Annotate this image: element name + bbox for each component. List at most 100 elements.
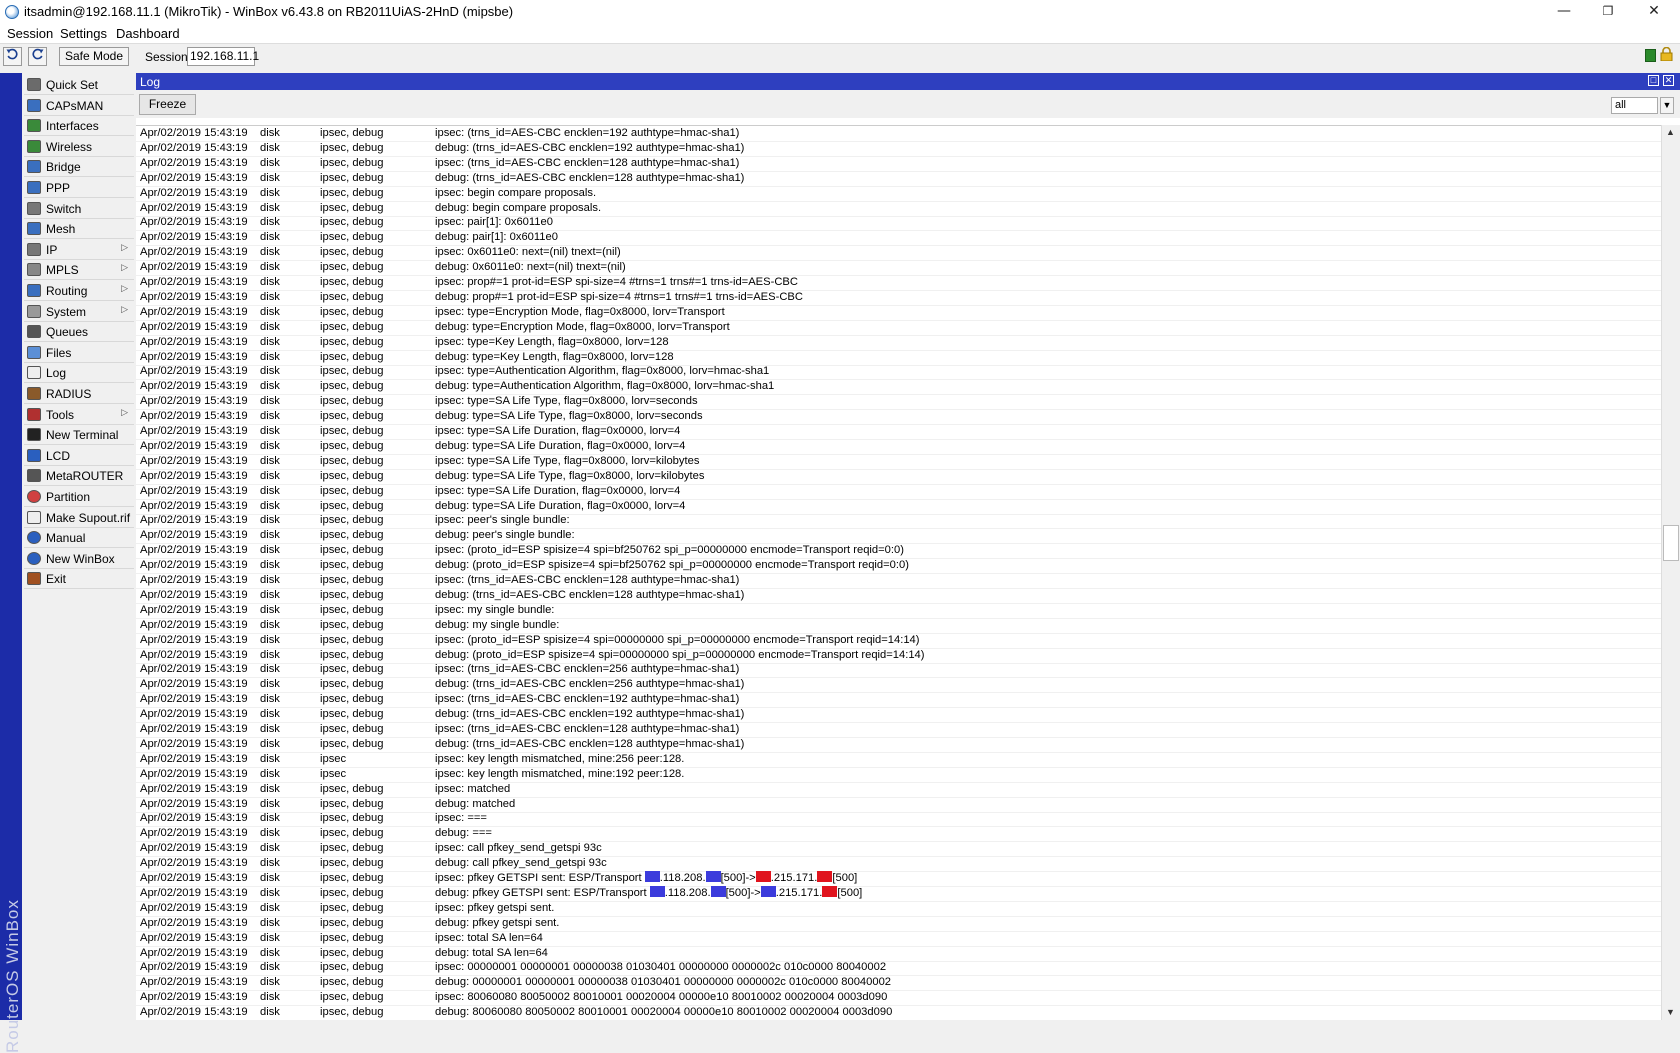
- sidebar-item-switch[interactable]: Switch: [24, 198, 134, 219]
- log-row[interactable]: Apr/02/2019 15:43:19 disk ipsec, debug ipse…: [136, 901, 1661, 917]
- log-table[interactable]: Apr/02/2019 15:43:19 disk ipsec, debug ipse…: [136, 125, 1661, 1021]
- log-row[interactable]: Apr/02/2019 15:43:19 disk ipsec, debug debu…: [136, 350, 1661, 366]
- log-row[interactable]: Apr/02/2019 15:43:19 disk ipsec, debug debu…: [136, 916, 1661, 932]
- sidebar-item-lcd[interactable]: LCD: [24, 445, 134, 466]
- log-row[interactable]: Apr/02/2019 15:43:19 disk ipsec, debug debu…: [136, 528, 1661, 545]
- log-row[interactable]: Apr/02/2019 15:43:19 disk ipsec, debug ipse…: [136, 186, 1661, 202]
- log-row[interactable]: Apr/02/2019 15:43:19 disk ipsec, debug ipse…: [136, 335, 1661, 351]
- log-row[interactable]: Apr/02/2019 15:43:19 disk ipsec, debug ipse…: [136, 603, 1661, 619]
- freeze-button[interactable]: Freeze: [139, 94, 196, 115]
- sidebar-item-interfaces[interactable]: Interfaces: [24, 115, 134, 137]
- log-row[interactable]: Apr/02/2019 15:43:19 disk ipsec, debug debu…: [136, 826, 1661, 843]
- dropdown-arrow-icon[interactable]: ▼: [1660, 97, 1674, 114]
- lock-icon[interactable]: [1660, 47, 1673, 61]
- sidebar-item-mesh[interactable]: Mesh: [24, 218, 134, 240]
- log-row[interactable]: Apr/02/2019 15:43:19 disk ipsec, debug debu…: [136, 648, 1661, 664]
- log-row[interactable]: Apr/02/2019 15:43:19 disk ipsec, debug debu…: [136, 379, 1661, 396]
- log-row[interactable]: Apr/02/2019 15:43:19 disk ipsec, debug ipse…: [136, 245, 1661, 262]
- sidebar-item-make-supout-rif[interactable]: Make Supout.rif: [24, 507, 134, 528]
- menu-settings[interactable]: Settings: [60, 26, 107, 41]
- menu-dashboard[interactable]: Dashboard: [116, 26, 180, 41]
- log-row[interactable]: Apr/02/2019 15:43:19 disk ipsec, debug ipse…: [136, 633, 1661, 649]
- log-row[interactable]: Apr/02/2019 15:43:19 disk ipsec, debug debu…: [136, 260, 1661, 277]
- log-row[interactable]: Apr/02/2019 15:43:19 disk ipsec, debug ipse…: [136, 394, 1661, 411]
- sidebar-item-new-terminal[interactable]: New Terminal: [24, 424, 134, 446]
- log-row[interactable]: Apr/02/2019 15:43:19 disk ipsec, debug debu…: [136, 558, 1661, 575]
- sidebar-item-log[interactable]: Log: [24, 362, 134, 384]
- log-row[interactable]: Apr/02/2019 15:43:19 disk ipsec, debug ipse…: [136, 126, 1661, 142]
- log-row[interactable]: Apr/02/2019 15:43:19 disk ipsec, debug ipse…: [136, 364, 1661, 381]
- sidebar-item-mpls[interactable]: MPLS ▷: [24, 259, 134, 281]
- log-row[interactable]: Apr/02/2019 15:43:19 disk ipsec, debug debu…: [136, 141, 1661, 157]
- log-row[interactable]: Apr/02/2019 15:43:19 disk ipsec, debug debu…: [136, 975, 1661, 992]
- log-row[interactable]: Apr/02/2019 15:43:19 disk ipsec, debug debu…: [136, 856, 1661, 873]
- scroll-up-icon[interactable]: ▲: [1666, 127, 1675, 137]
- log-row[interactable]: Apr/02/2019 15:43:19 disk ipsec, debug debu…: [136, 469, 1661, 485]
- sidebar-item-routing[interactable]: Routing ▷: [24, 280, 134, 301]
- log-row[interactable]: Apr/02/2019 15:43:19 disk ipsec, debug debu…: [136, 230, 1661, 247]
- log-row[interactable]: Apr/02/2019 15:43:19 disk ipsec, debug debu…: [136, 885, 1661, 902]
- close-icon[interactable]: ✕: [1632, 0, 1676, 24]
- sidebar-item-ppp[interactable]: PPP: [24, 177, 134, 198]
- log-row[interactable]: Apr/02/2019 15:43:19 disk ipsec, debug ipse…: [136, 454, 1661, 470]
- log-row[interactable]: Apr/02/2019 15:43:19 disk ipsec, debug ipse…: [136, 931, 1661, 947]
- sidebar-item-ip[interactable]: IP ▷: [24, 239, 134, 260]
- close-window-icon[interactable]: ✕: [1663, 75, 1674, 86]
- log-row[interactable]: Apr/02/2019 15:43:19 disk ipsec, debug debu…: [136, 201, 1661, 217]
- sidebar-item-exit[interactable]: Exit: [24, 568, 134, 590]
- log-row[interactable]: Apr/02/2019 15:43:19 disk ipsec, debug debu…: [136, 737, 1661, 753]
- log-row[interactable]: Apr/02/2019 15:43:19 disk ipsec, debug debu…: [136, 320, 1661, 336]
- sidebar-item-wireless[interactable]: Wireless: [24, 136, 134, 157]
- log-row[interactable]: Apr/02/2019 15:43:19 disk ipsec, debug ipse…: [136, 662, 1661, 679]
- restore-icon[interactable]: ❐: [1586, 0, 1630, 24]
- log-row[interactable]: Apr/02/2019 15:43:19 disk ipsec, debug debu…: [136, 588, 1661, 604]
- log-row[interactable]: Apr/02/2019 15:43:19 disk ipsec, debug debu…: [136, 946, 1661, 962]
- scroll-down-icon[interactable]: ▼: [1666, 1007, 1675, 1017]
- log-row[interactable]: Apr/02/2019 15:43:19 disk ipsec ipsec: key …: [136, 752, 1661, 768]
- log-row[interactable]: Apr/02/2019 15:43:19 disk ipsec, debug debu…: [136, 797, 1661, 813]
- log-row[interactable]: Apr/02/2019 15:43:19 disk ipsec, debug debu…: [136, 409, 1661, 426]
- log-row[interactable]: Apr/02/2019 15:43:19 disk ipsec, debug ipse…: [136, 215, 1661, 232]
- log-row[interactable]: Apr/02/2019 15:43:19 disk ipsec, debug ipse…: [136, 424, 1661, 440]
- log-row[interactable]: Apr/02/2019 15:43:19 disk ipsec, debug debu…: [136, 677, 1661, 694]
- sidebar-item-new-winbox[interactable]: New WinBox: [24, 548, 134, 569]
- sidebar-item-tools[interactable]: Tools ▷: [24, 404, 134, 425]
- sidebar-item-files[interactable]: Files: [24, 342, 134, 363]
- minimize-icon[interactable]: —: [1542, 0, 1586, 24]
- log-row[interactable]: Apr/02/2019 15:43:19 disk ipsec, debug debu…: [136, 171, 1661, 187]
- log-row[interactable]: Apr/02/2019 15:43:19 disk ipsec, debug ipse…: [136, 692, 1661, 709]
- log-row[interactable]: Apr/02/2019 15:43:19 disk ipsec, debug ipse…: [136, 275, 1661, 291]
- log-row[interactable]: Apr/02/2019 15:43:19 disk ipsec, debug ipse…: [136, 960, 1661, 977]
- sidebar-item-system[interactable]: System ▷: [24, 301, 134, 322]
- log-row[interactable]: Apr/02/2019 15:43:19 disk ipsec, debug ipse…: [136, 305, 1661, 321]
- sidebar-item-capsman[interactable]: CAPsMAN: [24, 95, 134, 116]
- safe-mode-button[interactable]: Safe Mode: [59, 47, 129, 66]
- sidebar-item-metarouter[interactable]: MetaROUTER: [24, 465, 134, 487]
- undo-button[interactable]: [3, 47, 22, 66]
- sidebar-item-manual[interactable]: Manual: [24, 527, 134, 549]
- log-row[interactable]: Apr/02/2019 15:43:19 disk ipsec, debug ipse…: [136, 513, 1661, 530]
- menu-session[interactable]: Session: [7, 26, 53, 41]
- log-row[interactable]: Apr/02/2019 15:43:19 disk ipsec, debug ipse…: [136, 156, 1661, 172]
- scroll-thumb[interactable]: [1663, 525, 1679, 561]
- log-row[interactable]: Apr/02/2019 15:43:19 disk ipsec, debug debu…: [136, 439, 1661, 455]
- topic-filter-select[interactable]: all: [1611, 97, 1658, 114]
- log-row[interactable]: Apr/02/2019 15:43:19 disk ipsec ipsec: key …: [136, 767, 1661, 783]
- sidebar-item-radius[interactable]: RADIUS: [24, 383, 134, 404]
- log-row[interactable]: Apr/02/2019 15:43:19 disk ipsec, debug ipse…: [136, 871, 1661, 887]
- redo-button[interactable]: [28, 47, 47, 66]
- sidebar-item-queues[interactable]: Queues: [24, 321, 134, 343]
- log-row[interactable]: Apr/02/2019 15:43:19 disk ipsec, debug ipse…: [136, 484, 1661, 500]
- log-row[interactable]: Apr/02/2019 15:43:19 disk ipsec, debug debu…: [136, 290, 1661, 306]
- log-row[interactable]: Apr/02/2019 15:43:19 disk ipsec, debug ipse…: [136, 722, 1661, 738]
- sidebar-item-bridge[interactable]: Bridge: [24, 156, 134, 178]
- log-scrollbar[interactable]: ▲ ▼: [1661, 125, 1680, 1020]
- sidebar-item-quick-set[interactable]: Quick Set: [24, 74, 134, 95]
- log-row[interactable]: Apr/02/2019 15:43:19 disk ipsec, debug ipse…: [136, 811, 1661, 828]
- maximize-icon[interactable]: □: [1648, 75, 1659, 86]
- log-row[interactable]: Apr/02/2019 15:43:19 disk ipsec, debug debu…: [136, 707, 1661, 724]
- sidebar-item-partition[interactable]: Partition: [24, 486, 134, 507]
- log-row[interactable]: Apr/02/2019 15:43:19 disk ipsec, debug debu…: [136, 618, 1661, 634]
- session-field[interactable]: 192.168.11.1: [187, 47, 259, 66]
- log-row[interactable]: Apr/02/2019 15:43:19 disk ipsec, debug ipse…: [136, 543, 1661, 560]
